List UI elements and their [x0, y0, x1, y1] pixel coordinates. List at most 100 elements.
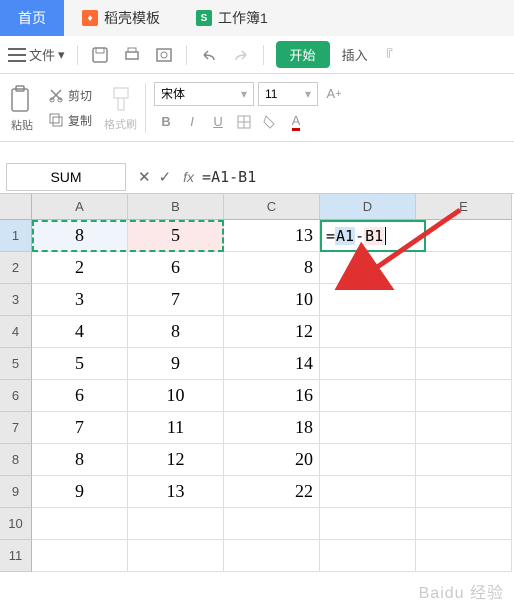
cell[interactable]: 12 — [128, 444, 224, 476]
font-color-button[interactable]: A — [284, 110, 308, 134]
bold-button[interactable]: B — [154, 110, 178, 134]
underline-button[interactable]: U — [206, 110, 230, 134]
cell[interactable] — [128, 540, 224, 572]
save-icon[interactable] — [90, 45, 110, 65]
menu-insert[interactable]: 插入 — [342, 45, 368, 64]
cell[interactable]: 12 — [224, 316, 320, 348]
cell[interactable]: 8 — [128, 316, 224, 348]
cell[interactable]: 2 — [32, 252, 128, 284]
col-header[interactable]: E — [416, 194, 512, 220]
cell[interactable] — [416, 316, 512, 348]
cell[interactable]: 11 — [128, 412, 224, 444]
cell[interactable] — [416, 412, 512, 444]
cell[interactable]: 9 — [128, 348, 224, 380]
col-header[interactable]: C — [224, 194, 320, 220]
cell[interactable]: 6 — [128, 252, 224, 284]
cell[interactable] — [416, 476, 512, 508]
tab-home[interactable]: 首页 — [0, 0, 64, 36]
col-header[interactable]: B — [128, 194, 224, 220]
menu-more[interactable]: 『 — [380, 45, 393, 64]
font-size-select[interactable]: 11 ▾ — [258, 82, 318, 106]
cell[interactable]: 14 — [224, 348, 320, 380]
select-all-corner[interactable] — [0, 194, 32, 220]
cancel-formula-button[interactable]: ✕ — [138, 168, 151, 186]
fill-color-button[interactable] — [258, 110, 282, 134]
increase-font-button[interactable]: A+ — [322, 82, 346, 106]
cell[interactable] — [320, 412, 416, 444]
cell[interactable] — [416, 348, 512, 380]
cell[interactable] — [224, 508, 320, 540]
row-header[interactable]: 9 — [0, 476, 32, 508]
formula-input[interactable]: =A1-B1 — [202, 168, 514, 186]
cut-button[interactable]: 剪切 — [44, 85, 96, 106]
cell[interactable]: 7 — [32, 412, 128, 444]
cell[interactable]: 22 — [224, 476, 320, 508]
menu-hamburger[interactable]: 文件 ▾ — [8, 45, 65, 64]
cell[interactable] — [320, 284, 416, 316]
preview-icon[interactable] — [154, 45, 174, 65]
cell[interactable] — [416, 380, 512, 412]
cell[interactable]: 3 — [32, 284, 128, 316]
cell[interactable] — [320, 252, 416, 284]
cell[interactable] — [32, 540, 128, 572]
row-header[interactable]: 8 — [0, 444, 32, 476]
tab-workbook[interactable]: S 工作簿1 — [178, 0, 286, 36]
cell[interactable]: 9 — [32, 476, 128, 508]
cell[interactable]: 6 — [32, 380, 128, 412]
cell[interactable] — [416, 220, 512, 252]
cell[interactable] — [128, 508, 224, 540]
font-name-select[interactable]: 宋体 ▾ — [154, 82, 254, 106]
redo-icon[interactable] — [231, 45, 251, 65]
col-header[interactable]: D — [320, 194, 416, 220]
row-header[interactable]: 11 — [0, 540, 32, 572]
row-header[interactable]: 7 — [0, 412, 32, 444]
cell[interactable] — [320, 316, 416, 348]
row-header[interactable]: 6 — [0, 380, 32, 412]
cell[interactable]: 20 — [224, 444, 320, 476]
cell[interactable]: 18 — [224, 412, 320, 444]
cell[interactable] — [32, 508, 128, 540]
row-header[interactable]: 1 — [0, 220, 32, 252]
copy-button[interactable]: 复制 — [44, 110, 96, 131]
accept-formula-button[interactable]: ✓ — [159, 168, 172, 186]
cell[interactable]: 8 — [32, 220, 128, 252]
cell[interactable]: 10 — [224, 284, 320, 316]
row-header[interactable]: 2 — [0, 252, 32, 284]
cell[interactable]: 5 — [32, 348, 128, 380]
cell[interactable]: 16 — [224, 380, 320, 412]
tab-docer[interactable]: ♦ 稻壳模板 — [64, 0, 178, 36]
cell[interactable] — [320, 380, 416, 412]
cell[interactable]: 8 — [32, 444, 128, 476]
format-painter-button[interactable]: 格式刷 — [104, 84, 137, 132]
cell[interactable]: 13 — [224, 220, 320, 252]
italic-button[interactable]: I — [180, 110, 204, 134]
cell[interactable] — [320, 508, 416, 540]
name-box[interactable]: SUM — [6, 163, 126, 191]
cell[interactable]: 8 — [224, 252, 320, 284]
cell[interactable]: 13 — [128, 476, 224, 508]
col-header[interactable]: A — [32, 194, 128, 220]
row-header[interactable]: 10 — [0, 508, 32, 540]
cell[interactable] — [416, 444, 512, 476]
cell[interactable]: 4 — [32, 316, 128, 348]
row-header[interactable]: 4 — [0, 316, 32, 348]
cell[interactable] — [224, 540, 320, 572]
cell[interactable] — [320, 540, 416, 572]
cell[interactable] — [416, 508, 512, 540]
row-header[interactable]: 3 — [0, 284, 32, 316]
row-header[interactable]: 5 — [0, 348, 32, 380]
cell[interactable]: 7 — [128, 284, 224, 316]
start-button[interactable]: 开始 — [276, 41, 330, 68]
cell[interactable] — [416, 540, 512, 572]
cell[interactable] — [320, 220, 416, 252]
border-button[interactable] — [232, 110, 256, 134]
cell[interactable] — [320, 348, 416, 380]
cell[interactable] — [320, 476, 416, 508]
cell[interactable]: 5 — [128, 220, 224, 252]
paste-button[interactable]: 粘贴 — [8, 83, 36, 133]
cell[interactable] — [320, 444, 416, 476]
cell[interactable] — [416, 252, 512, 284]
cell[interactable]: 10 — [128, 380, 224, 412]
undo-icon[interactable] — [199, 45, 219, 65]
print-icon[interactable] — [122, 45, 142, 65]
